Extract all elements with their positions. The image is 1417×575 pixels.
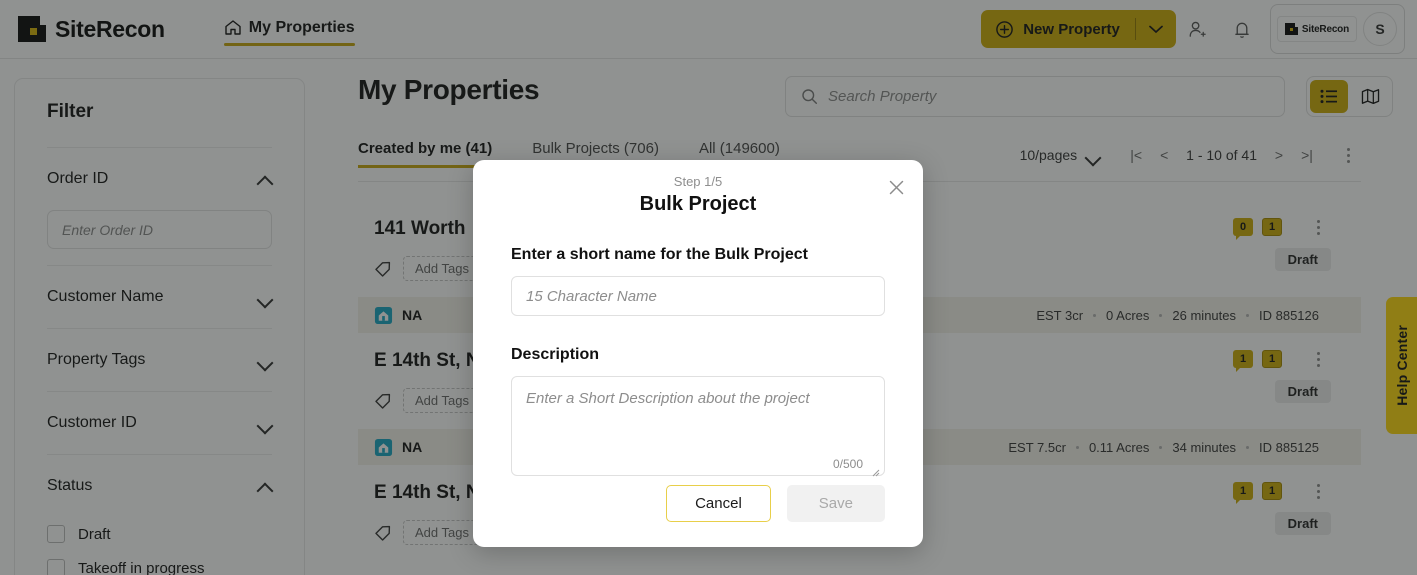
character-count: 0/500	[832, 457, 863, 471]
modal-title: Bulk Project	[639, 193, 757, 215]
resize-grip-icon[interactable]	[871, 468, 880, 477]
save-button[interactable]: Save	[786, 485, 885, 522]
bulk-project-modal: Step 1/5 Bulk Project Enter a short name…	[473, 160, 923, 547]
project-name-label: Enter a short name for the Bulk Project	[511, 246, 808, 263]
cancel-button[interactable]: Cancel	[666, 485, 771, 522]
app-root: SiteRecon My Properties New Property Sit…	[0, 0, 1417, 575]
close-icon	[889, 180, 903, 194]
modal-actions: Cancel Save	[666, 485, 885, 522]
modal-step-label: Step 1/5	[673, 174, 723, 189]
description-label: Description	[511, 346, 600, 363]
project-name-input[interactable]	[511, 276, 885, 316]
description-textarea[interactable]	[511, 376, 885, 476]
close-button[interactable]	[883, 174, 909, 200]
description-wrapper: 0/500	[511, 376, 885, 481]
